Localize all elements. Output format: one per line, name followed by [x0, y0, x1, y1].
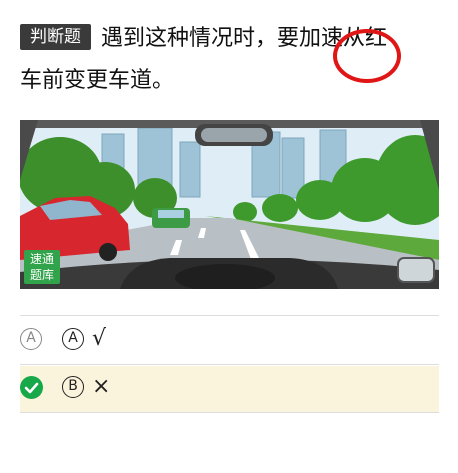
question-type-tag: 判断题 [20, 24, 91, 50]
question-image [20, 120, 439, 289]
divider [20, 412, 439, 413]
correct-check-icon [20, 376, 43, 399]
question-text-line-2: 车前变更车道。 [20, 68, 175, 93]
option-a-radio[interactable]: A [20, 328, 42, 350]
option-b-row[interactable]: B × [20, 366, 439, 412]
option-a-row[interactable]: A A √ [20, 318, 439, 364]
divider [20, 364, 439, 365]
driving-scene-illustration [20, 120, 439, 289]
watermark-line-2: 题库 [29, 268, 54, 282]
question-line-1: 判断题 遇到这种情况时，要加速从红 [20, 22, 387, 56]
divider [20, 315, 439, 316]
option-a-letter: A [62, 328, 84, 350]
option-b-letter: B [62, 376, 84, 398]
option-b-text: × [92, 374, 111, 399]
green-car [152, 208, 190, 228]
watermark-line-1: 速通 [29, 252, 54, 266]
watermark-logo: 速通 题库 [24, 250, 60, 284]
highlight-circle [333, 29, 401, 83]
option-a-text: √ [92, 326, 107, 351]
